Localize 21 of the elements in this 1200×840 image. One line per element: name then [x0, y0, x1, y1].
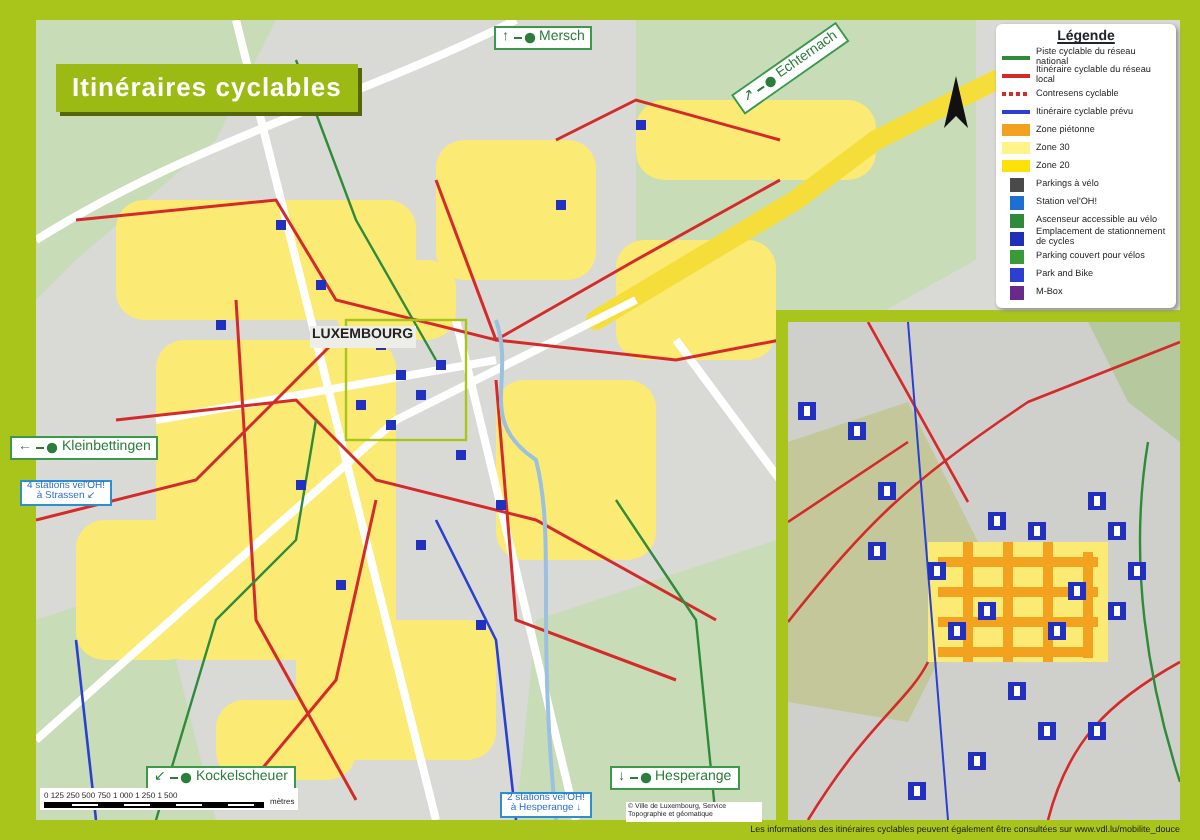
parking-icon — [496, 500, 506, 510]
parking-icon — [276, 220, 286, 230]
parking-icon — [636, 120, 646, 130]
map-title: Itinéraires cyclables — [56, 64, 358, 111]
parking-icon — [556, 200, 566, 210]
route-marker-icon — [629, 771, 651, 784]
route-marker-icon — [170, 771, 192, 784]
route-marker-icon — [753, 73, 779, 96]
parking-icon — [356, 400, 366, 410]
parking-icon — [456, 450, 466, 460]
parking-icon — [476, 620, 486, 630]
parking-icon — [386, 420, 396, 430]
north-arrow-icon — [944, 76, 968, 128]
parking-icon — [436, 360, 446, 370]
parking-icon — [316, 280, 326, 290]
parking-icon — [416, 540, 426, 550]
parking-icon — [216, 320, 226, 330]
parking-icon — [336, 580, 346, 590]
parking-icon — [296, 480, 306, 490]
route-marker-icon — [513, 31, 535, 44]
route-marker-icon — [36, 441, 58, 454]
